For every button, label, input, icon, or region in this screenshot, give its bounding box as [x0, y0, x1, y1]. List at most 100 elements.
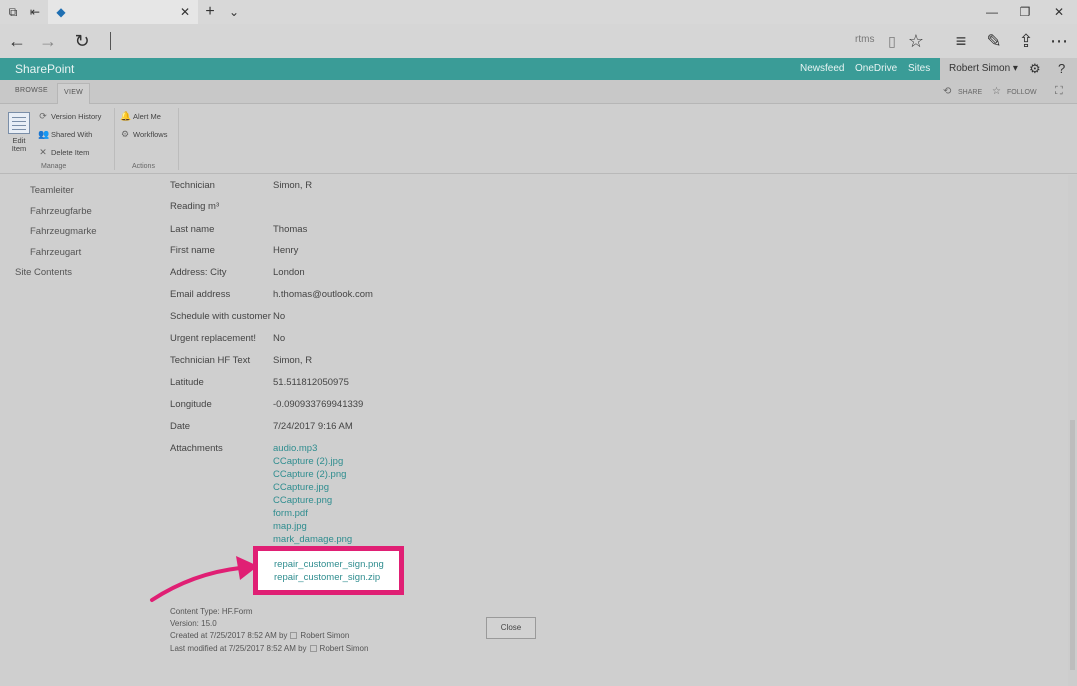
- tab-view[interactable]: VIEW: [57, 83, 91, 104]
- created-label: Created at 7/25/2017 8:52 AM by: [170, 631, 288, 640]
- minimize-icon[interactable]: —: [984, 4, 1000, 20]
- delete-item-button[interactable]: ✕ Delete Item: [38, 147, 89, 158]
- web-note-icon[interactable]: ✎: [983, 30, 1005, 52]
- workflows-label: Workflows: [133, 130, 168, 139]
- ribbon-body: Edit Item ⟳ Version History 👥 Shared With …: [0, 104, 1077, 174]
- window-close-icon[interactable]: ✕: [1051, 4, 1067, 20]
- field-value-technician: Simon, R: [273, 180, 313, 191]
- back-icon[interactable]: ←: [6, 30, 28, 52]
- version-history-label: Version History: [51, 112, 102, 121]
- tab-list-chevron-icon[interactable]: ⌄: [227, 5, 241, 19]
- leftnav-item-fahrzeugfarbe[interactable]: Fahrzeugfarbe: [30, 206, 92, 217]
- attachment-link[interactable]: CCapture.png: [273, 495, 332, 506]
- reading-view-icon[interactable]: ▯: [881, 30, 903, 52]
- help-icon[interactable]: ?: [1058, 61, 1065, 76]
- tab-set-aside-icon[interactable]: ⧉: [6, 5, 20, 19]
- attachment-link[interactable]: form.pdf: [273, 508, 308, 519]
- field-label-first-name: First name: [170, 245, 215, 256]
- ribbon-group-separator: [178, 108, 179, 170]
- field-label-email: Email address: [170, 289, 231, 300]
- field-label-urgent: Urgent replacement!: [170, 333, 257, 344]
- modified-label: Last modified at 7/25/2017 8:52 AM by: [170, 644, 307, 653]
- edit-item-button[interactable]: Edit Item: [7, 112, 31, 153]
- alert-me-label: Alert Me: [133, 112, 161, 121]
- attachment-link[interactable]: map.jpg: [273, 521, 307, 532]
- workflows-button[interactable]: ⚙ Workflows: [120, 129, 168, 140]
- highlight-frame: [253, 546, 404, 595]
- shared-with-button[interactable]: 👥 Shared With: [38, 129, 92, 140]
- modified-by-link[interactable]: Robert Simon: [320, 644, 369, 653]
- browser-title-bar: ⧉ ⇤ ◆ ✕ + ⌄ — ❐ ✕: [0, 0, 1077, 24]
- scrollbar-thumb[interactable]: [1070, 420, 1075, 670]
- field-label-last-name: Last name: [170, 224, 215, 235]
- leftnav-item-fahrzeugart[interactable]: Fahrzeugart: [30, 247, 81, 258]
- favorite-star-icon[interactable]: ☆: [905, 30, 927, 52]
- hub-icon[interactable]: ≡: [950, 30, 972, 52]
- field-label-reading: Reading m³: [170, 201, 220, 212]
- group-label-actions: Actions: [132, 163, 155, 170]
- browser-nav-bar: ← → ↻ rtms ▯ ☆ ≡ ✎ ⇪ ⋯: [0, 24, 1077, 58]
- restore-icon[interactable]: ❐: [1017, 4, 1033, 20]
- field-value-city: London: [273, 267, 305, 278]
- shared-with-icon: 👥: [38, 129, 50, 139]
- modified-text: Last modified at 7/25/2017 8:52 AM by Rob…: [170, 644, 368, 653]
- browser-tab[interactable]: ◆ ✕: [48, 0, 198, 24]
- ribbon-group-separator: [114, 108, 115, 170]
- attachment-link[interactable]: mark_damage.png: [273, 534, 352, 545]
- field-value-date: 7/24/2017 9:16 AM: [273, 421, 353, 432]
- created-text: Created at 7/25/2017 8:52 AM by Robert Si…: [170, 631, 349, 640]
- attachment-link-highlighted[interactable]: repair_customer_sign.png: [274, 559, 384, 570]
- attachment-link[interactable]: CCapture.jpg: [273, 482, 329, 493]
- attachment-link[interactable]: audio.mp3: [273, 443, 317, 454]
- alert-me-button[interactable]: 🔔 Alert Me: [120, 111, 161, 122]
- field-value-longitude: -0.090933769941339: [273, 399, 364, 410]
- address-bar[interactable]: [110, 32, 890, 50]
- leftnav-item-site-contents[interactable]: Site Contents: [15, 267, 72, 278]
- group-label-manage: Manage: [41, 163, 67, 170]
- bell-icon: 🔔: [120, 111, 132, 121]
- follow-button[interactable]: FOLLOW: [1007, 89, 1037, 96]
- shared-with-label: Shared With: [51, 130, 93, 139]
- close-button[interactable]: Close: [486, 617, 536, 639]
- field-label-technician: Technician: [170, 180, 215, 191]
- suite-link-newsfeed[interactable]: Newsfeed: [800, 63, 844, 74]
- edit-item-icon: [8, 112, 30, 134]
- tab-browse[interactable]: BROWSE: [15, 87, 48, 94]
- field-label-city: Address: City: [170, 267, 227, 278]
- attachment-link[interactable]: CCapture (2).png: [273, 469, 346, 480]
- follow-star-icon[interactable]: ☆: [992, 86, 1001, 97]
- suite-link-sites[interactable]: Sites: [908, 63, 930, 74]
- delete-x-icon: ✕: [39, 147, 47, 157]
- field-value-last-name: Thomas: [273, 224, 308, 235]
- workflows-icon: ⚙: [120, 129, 130, 139]
- forward-icon[interactable]: →: [37, 30, 59, 52]
- share-button[interactable]: SHARE: [958, 89, 982, 96]
- field-label-attachments: Attachments: [170, 443, 223, 454]
- share-icon[interactable]: ⟲: [943, 86, 951, 97]
- version-history-button[interactable]: ⟳ Version History: [38, 111, 101, 122]
- new-tab-icon[interactable]: +: [203, 4, 217, 20]
- edit-item-label: Edit Item: [11, 136, 27, 153]
- focus-on-content-icon[interactable]: ⛶: [1055, 85, 1063, 98]
- leftnav-item-fahrzeugmarke[interactable]: Fahrzeugmarke: [30, 226, 97, 237]
- close-tab-icon[interactable]: ✕: [178, 5, 192, 19]
- gear-icon[interactable]: ⚙: [1029, 61, 1041, 77]
- field-value-email: h.thomas@outlook.com: [273, 289, 373, 300]
- sharepoint-brand[interactable]: SharePoint: [15, 62, 74, 76]
- more-icon[interactable]: ⋯: [1048, 30, 1070, 52]
- leftnav-item-teamleiter[interactable]: Teamleiter: [30, 185, 74, 196]
- attachment-link[interactable]: CCapture (2).jpg: [273, 456, 343, 467]
- field-value-technician-hf: Simon, R: [273, 355, 313, 366]
- field-value-schedule: No: [273, 311, 286, 322]
- tab-preview-icon[interactable]: ⇤: [28, 5, 42, 19]
- suite-link-onedrive[interactable]: OneDrive: [855, 63, 897, 74]
- field-value-urgent: No: [273, 333, 286, 344]
- created-by-link[interactable]: Robert Simon: [300, 631, 349, 640]
- field-label-date: Date: [170, 421, 191, 432]
- attachment-link-highlighted[interactable]: repair_customer_sign.zip: [274, 572, 380, 583]
- refresh-icon[interactable]: ↻: [71, 30, 93, 52]
- delete-item-label: Delete Item: [51, 148, 90, 157]
- version-history-icon: ⟳: [39, 111, 47, 121]
- share-icon[interactable]: ⇪: [1015, 30, 1037, 52]
- user-menu[interactable]: Robert Simon ▾: [940, 58, 1020, 80]
